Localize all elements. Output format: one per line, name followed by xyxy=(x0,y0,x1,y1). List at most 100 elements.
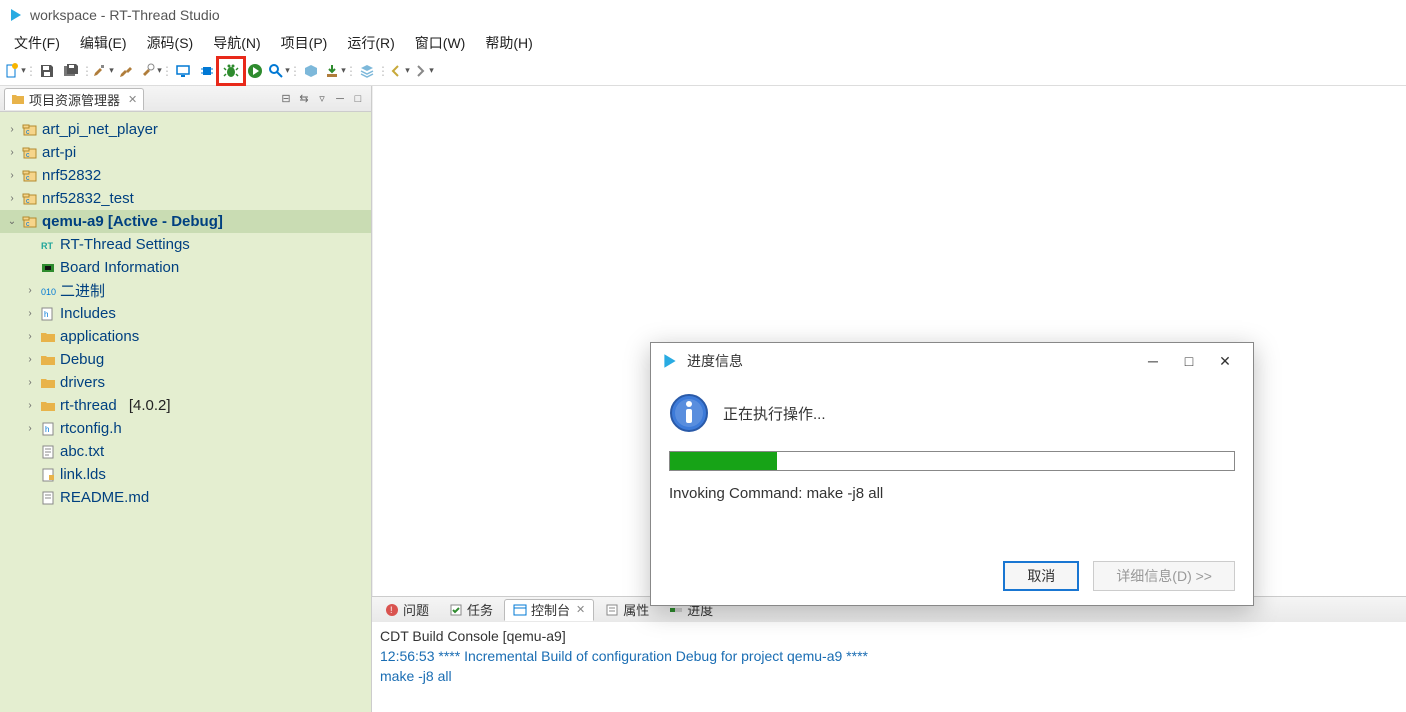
close-icon[interactable]: ✕ xyxy=(128,93,137,106)
dialog-maximize-button[interactable]: □ xyxy=(1171,347,1207,375)
menu-run[interactable]: 运行(R) xyxy=(339,31,402,55)
project-item[interactable]: ›cart_pi_net_player xyxy=(0,118,371,141)
folder-icon xyxy=(40,398,56,414)
save-button[interactable] xyxy=(36,60,58,82)
close-icon[interactable]: ✕ xyxy=(576,603,585,616)
explorer-tab-row: 项目资源管理器 ✕ ⊟ ⇆ ▿ ─ □ xyxy=(0,86,371,112)
build-button[interactable] xyxy=(92,60,114,82)
svg-text:c: c xyxy=(26,129,30,136)
progress-fill xyxy=(670,452,777,470)
minimize-icon[interactable]: ─ xyxy=(331,90,349,108)
markdown-file-icon xyxy=(40,490,56,506)
tree-item[interactable]: ›hIncludes xyxy=(18,302,371,325)
tree-item[interactable]: ›010二进制 xyxy=(18,279,371,302)
menu-file[interactable]: 文件(F) xyxy=(6,31,68,55)
menu-source[interactable]: 源码(S) xyxy=(139,31,202,55)
project-item-active[interactable]: ⌄cqemu-a9 [Active - Debug] xyxy=(0,210,371,233)
project-item[interactable]: ›cnrf52832_test xyxy=(0,187,371,210)
tree-item[interactable]: ›hrtconfig.h xyxy=(18,417,371,440)
folder-icon xyxy=(40,375,56,391)
nav-fwd-button[interactable] xyxy=(412,60,434,82)
tab-problems[interactable]: !问题 xyxy=(376,599,438,621)
menu-help[interactable]: 帮助(H) xyxy=(477,31,540,55)
layers-button[interactable] xyxy=(356,60,378,82)
app-icon xyxy=(8,7,24,23)
project-item[interactable]: ›cnrf52832 xyxy=(0,164,371,187)
tree-item[interactable]: Board Information xyxy=(18,256,371,279)
project-item[interactable]: ›cart-pi xyxy=(0,141,371,164)
search-button[interactable] xyxy=(268,60,290,82)
svg-text:h: h xyxy=(45,425,49,434)
explorer-tab-label: 项目资源管理器 xyxy=(29,90,120,109)
debug-button[interactable] xyxy=(220,60,242,82)
link-editor-icon[interactable]: ⇆ xyxy=(295,90,313,108)
explorer-tab[interactable]: 项目资源管理器 ✕ xyxy=(4,88,144,110)
menu-bar: 文件(F) 编辑(E) 源码(S) 导航(N) 项目(P) 运行(R) 窗口(W… xyxy=(0,30,1406,56)
build-all-button[interactable] xyxy=(116,60,138,82)
nav-back-button[interactable] xyxy=(388,60,410,82)
console-line: make -j8 all xyxy=(380,666,1398,686)
app-icon xyxy=(661,352,679,370)
tree-item[interactable]: link.lds xyxy=(18,463,371,486)
progress-dialog: 进度信息 ─ □ ✕ 正在执行操作... Invoking Command: m… xyxy=(650,342,1254,606)
collapse-all-icon[interactable]: ⊟ xyxy=(277,90,295,108)
new-button[interactable] xyxy=(4,60,26,82)
tab-tasks[interactable]: 任务 xyxy=(440,599,502,621)
project-icon: c xyxy=(22,191,38,207)
dialog-minimize-button[interactable]: ─ xyxy=(1135,347,1171,375)
svg-text:c: c xyxy=(26,198,30,205)
settings-icon: RT xyxy=(40,237,56,253)
problems-icon: ! xyxy=(385,603,399,617)
view-menu-icon[interactable]: ▿ xyxy=(313,90,331,108)
project-icon: c xyxy=(22,145,38,161)
binary-icon: 010 xyxy=(40,283,56,299)
menu-edit[interactable]: 编辑(E) xyxy=(72,31,135,55)
text-file-icon xyxy=(40,444,56,460)
package-button[interactable] xyxy=(300,60,322,82)
svg-text:010: 010 xyxy=(41,287,56,297)
dialog-message: 正在执行操作... xyxy=(723,403,826,424)
tree-item[interactable]: ›applications xyxy=(18,325,371,348)
console-line: 12:56:53 **** Incremental Build of confi… xyxy=(380,646,1398,666)
tree-item[interactable]: ›drivers xyxy=(18,371,371,394)
window-title-bar: workspace - RT-Thread Studio xyxy=(0,0,1406,30)
chip-button[interactable] xyxy=(196,60,218,82)
header-file-icon: h xyxy=(40,421,56,437)
console-header: CDT Build Console [qemu-a9] xyxy=(380,626,1398,646)
tree-item[interactable]: README.md xyxy=(18,486,371,509)
console-output[interactable]: CDT Build Console [qemu-a9] 12:56:53 ***… xyxy=(372,622,1406,712)
save-all-button[interactable] xyxy=(60,60,82,82)
dialog-title-bar[interactable]: 进度信息 ─ □ ✕ xyxy=(651,343,1253,379)
tree-item[interactable]: ›Debug xyxy=(18,348,371,371)
menu-window[interactable]: 窗口(W) xyxy=(407,31,474,55)
board-icon xyxy=(40,260,56,276)
tree-item[interactable]: abc.txt xyxy=(18,440,371,463)
tree-item[interactable]: RTRT-Thread Settings xyxy=(18,233,371,256)
menu-project[interactable]: 项目(P) xyxy=(273,31,336,55)
main-toolbar xyxy=(0,56,1406,86)
details-button: 详细信息(D) >> xyxy=(1093,561,1235,591)
menu-navigate[interactable]: 导航(N) xyxy=(205,31,268,55)
window-title: workspace - RT-Thread Studio xyxy=(30,7,220,23)
monitor-button[interactable] xyxy=(172,60,194,82)
svg-text:c: c xyxy=(26,152,30,159)
project-explorer-panel: 项目资源管理器 ✕ ⊟ ⇆ ▿ ─ □ ›cart_pi_net_player … xyxy=(0,86,372,712)
run-button[interactable] xyxy=(244,60,266,82)
folder-icon xyxy=(40,329,56,345)
project-tree[interactable]: ›cart_pi_net_player ›cart-pi ›cnrf52832 … xyxy=(0,112,371,712)
tab-console[interactable]: 控制台✕ xyxy=(504,599,594,621)
maximize-icon[interactable]: □ xyxy=(349,90,367,108)
svg-text:h: h xyxy=(44,310,48,319)
folder-icon xyxy=(11,92,25,106)
cancel-button[interactable]: 取消 xyxy=(1003,561,1079,591)
includes-icon: h xyxy=(40,306,56,322)
svg-text:!: ! xyxy=(390,605,393,615)
tab-properties[interactable]: 属性 xyxy=(596,599,658,621)
tree-item[interactable]: ›rt-thread [4.0.2] xyxy=(18,394,371,417)
config-button[interactable] xyxy=(140,60,162,82)
project-icon: c xyxy=(22,214,38,230)
dialog-close-button[interactable]: ✕ xyxy=(1207,347,1243,375)
download-button[interactable] xyxy=(324,60,346,82)
progress-bar xyxy=(669,451,1235,471)
project-icon: c xyxy=(22,122,38,138)
